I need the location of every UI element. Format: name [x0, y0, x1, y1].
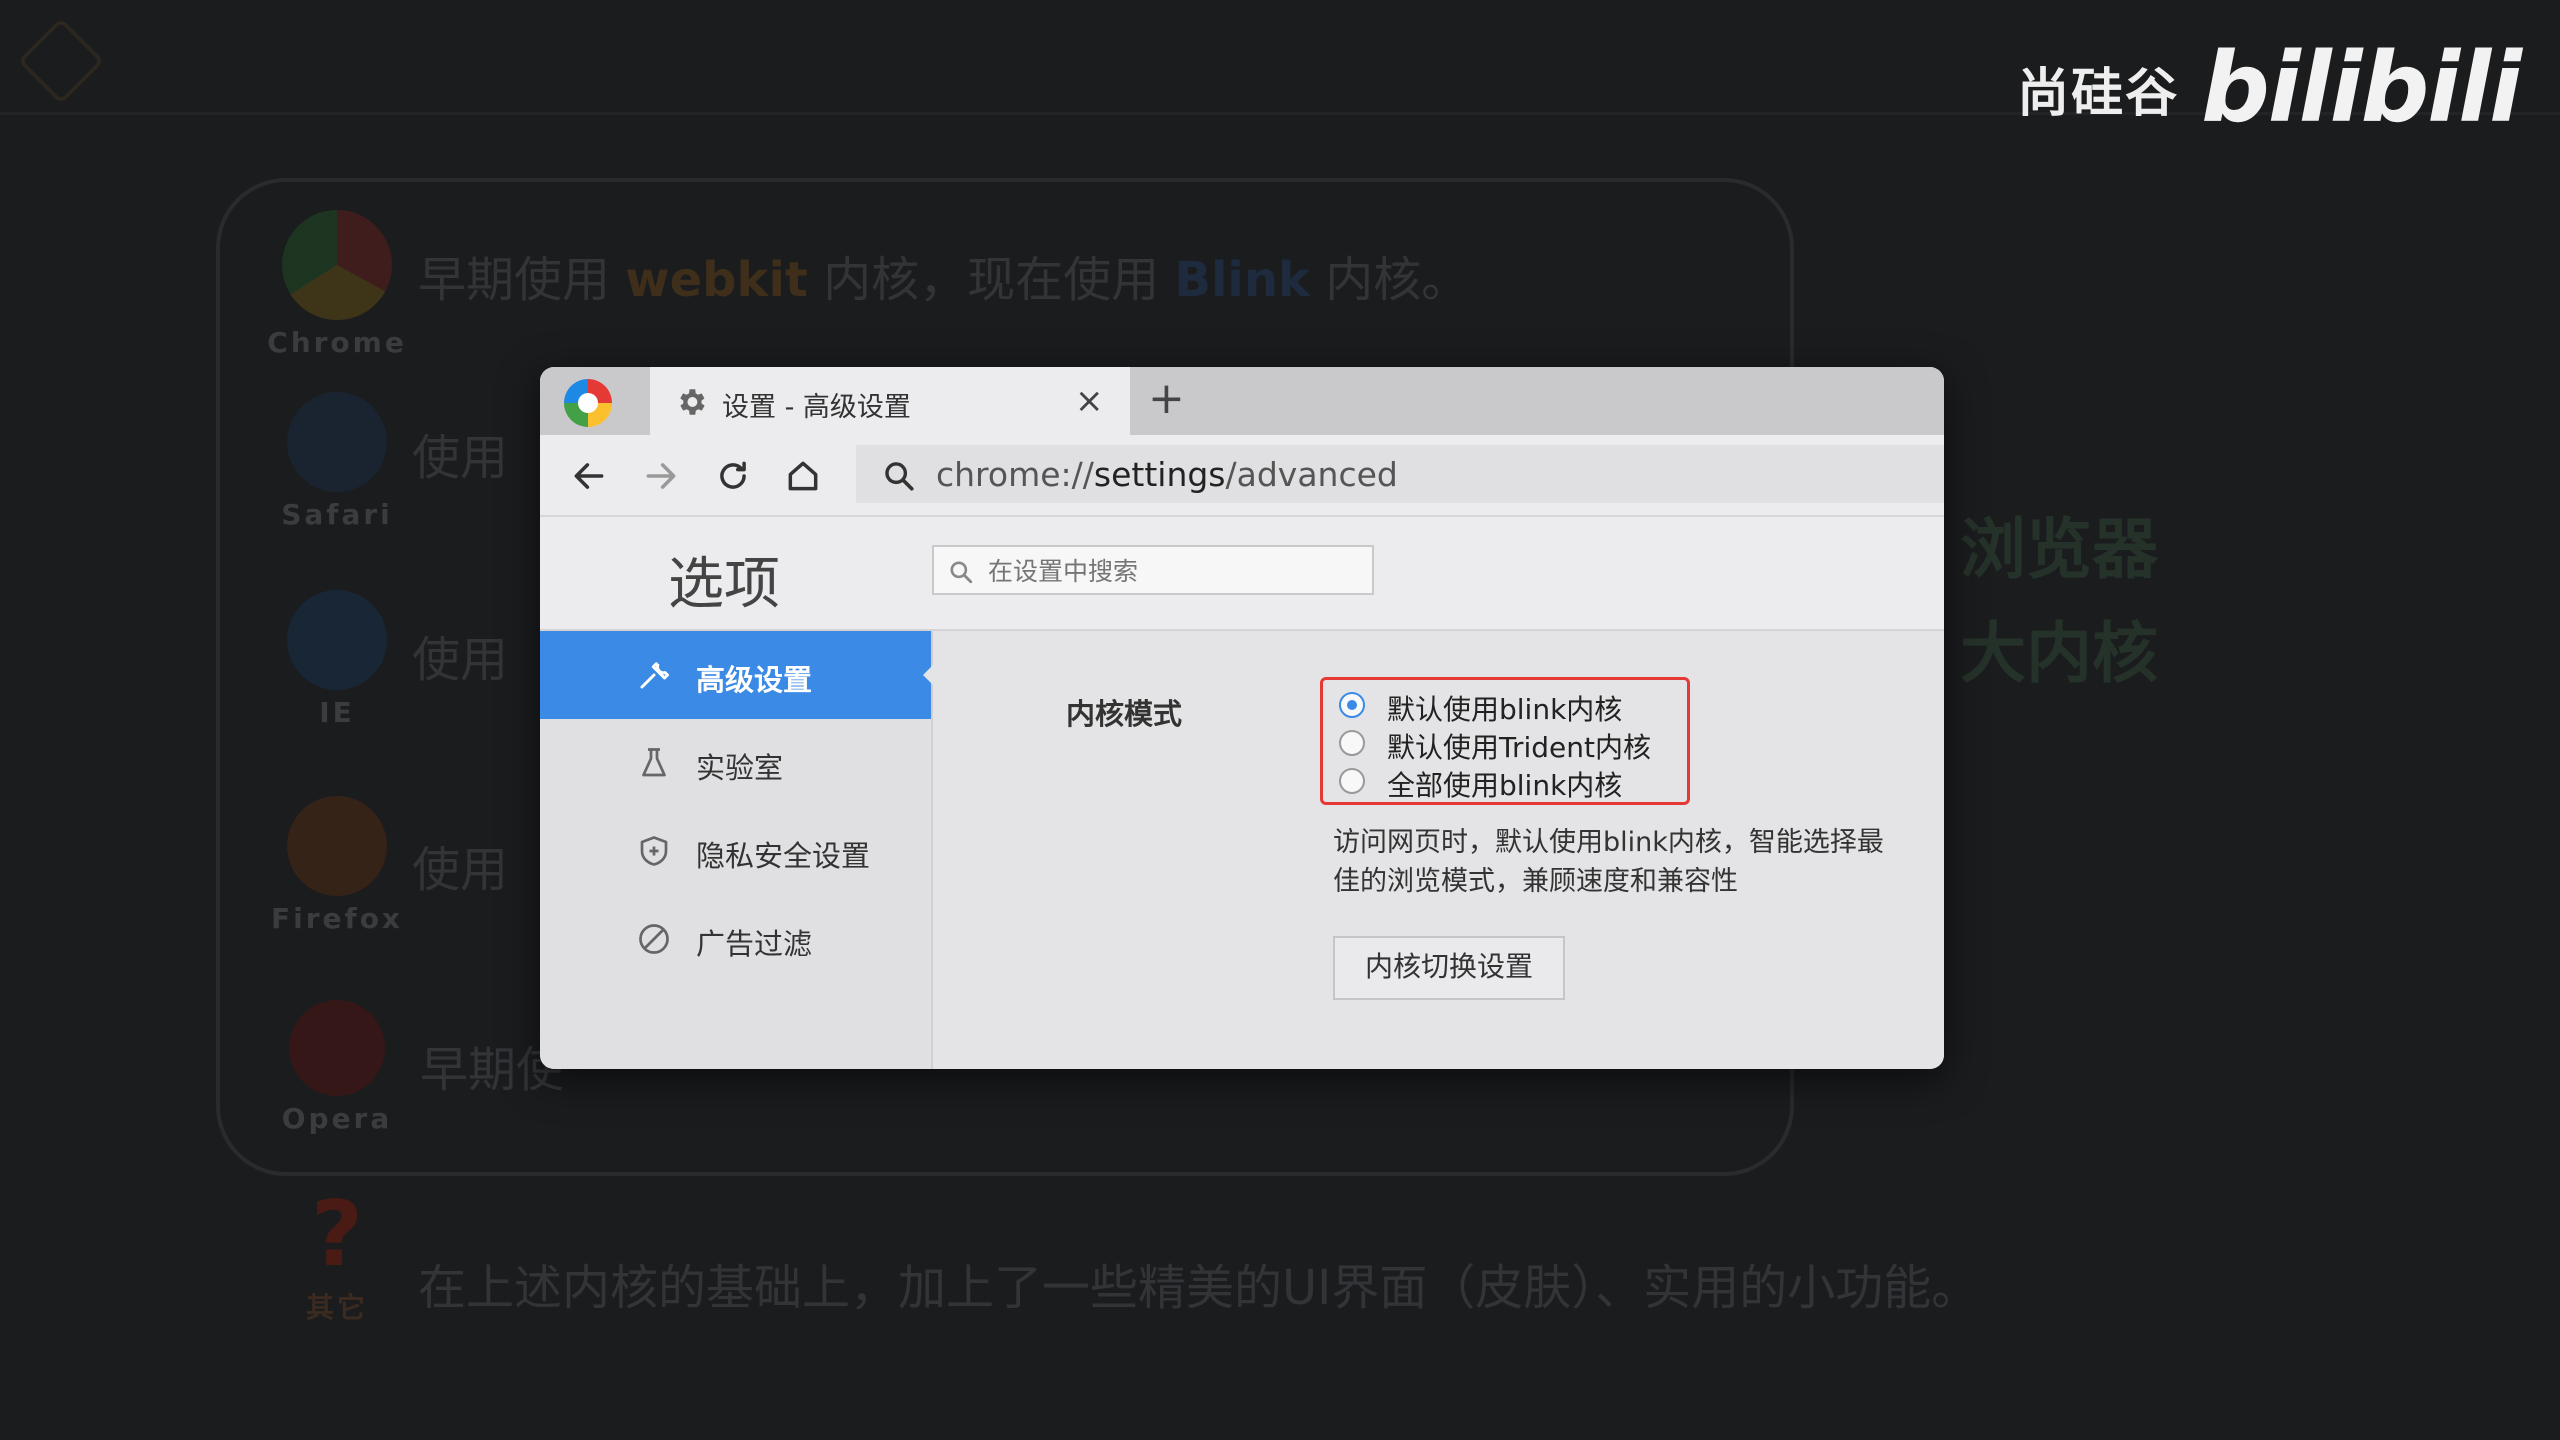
sidebar-item-adblock[interactable]: 广告过滤 — [540, 895, 931, 983]
forward-arrow-icon[interactable] — [642, 457, 680, 499]
bg-highlight-webkit: webkit — [625, 252, 808, 308]
bg-text-safari: 使用 — [412, 430, 509, 486]
ie-icon — [287, 590, 387, 690]
settings-sidebar: 高级设置 实验室 隐私安全设置 广告过滤 — [540, 631, 933, 1069]
settings-header: 选项 — [540, 517, 1944, 631]
question-icon: ? — [310, 1182, 364, 1287]
bg-browser-opera: Opera — [262, 1000, 412, 1135]
bg-browser-chrome: Chrome — [262, 210, 412, 359]
sidebar-item-label: 隐私安全设置 — [696, 839, 871, 873]
search-icon — [950, 561, 973, 584]
bg-text-chrome-post: 内核。 — [1309, 252, 1470, 308]
address-prefix: chrome:// — [936, 455, 1094, 494]
bg-browser-other: ? 其它 — [262, 1190, 412, 1326]
watermark-bilibili-logo: bilibili — [2201, 32, 2522, 144]
bg-text-other: 在上述内核的基础上，加上了一些精美的UI界面（皮肤）、实用的小功能。 — [418, 1260, 1980, 1316]
search-icon — [882, 459, 916, 497]
sidebar-item-privacy[interactable]: 隐私安全设置 — [540, 807, 931, 895]
block-icon — [636, 921, 672, 961]
bg-label-chrome: Chrome — [267, 326, 407, 359]
safari-icon — [287, 392, 387, 492]
navigation-bar: chrome://settings/advanced — [540, 435, 1944, 517]
browser-logo-icon[interactable] — [564, 379, 612, 427]
gear-icon — [674, 385, 708, 423]
kernel-switch-button[interactable]: 内核切换设置 — [1333, 936, 1565, 1000]
wrench-icon — [636, 657, 672, 697]
radio-button[interactable] — [1339, 730, 1365, 756]
bg-text-firefox: 使用 — [412, 842, 509, 898]
bg-text-chrome-mid: 内核，现在使用 — [807, 252, 1175, 308]
settings-search[interactable] — [932, 545, 1374, 595]
tab-bar: 设置 - 高级设置 × + — [540, 367, 1944, 435]
firefox-icon — [287, 796, 387, 896]
bg-browser-firefox: Firefox — [262, 796, 412, 935]
bg-browser-safari: Safari — [262, 392, 412, 531]
kernel-description: 访问网页时，默认使用blink内核，智能选择最佳的浏览模式，兼顾速度和兼容性 — [1333, 827, 1884, 897]
address-suffix: /advanced — [1225, 455, 1398, 494]
address-url: chrome://settings/advanced — [936, 455, 1398, 494]
bg-label-safari: Safari — [281, 498, 393, 531]
sidebar-item-advanced[interactable]: 高级设置 — [540, 631, 933, 719]
tab-title: 设置 - 高级设置 — [722, 392, 911, 423]
close-icon[interactable]: × — [1075, 381, 1104, 421]
chrome-icon — [282, 210, 392, 320]
bg-label-firefox: Firefox — [270, 902, 403, 935]
flask-icon — [636, 745, 672, 785]
bg-right-text-1: 浏览器 — [1960, 511, 2158, 588]
sidebar-item-label: 高级设置 — [696, 663, 813, 697]
home-icon[interactable] — [784, 457, 822, 499]
kernel-mode-options: 默认使用blink内核 默认使用Trident内核 全部使用blink内核 — [1320, 677, 1690, 805]
reload-icon[interactable] — [714, 457, 752, 499]
tab-settings[interactable]: 设置 - 高级设置 × — [650, 367, 1130, 435]
sidebar-item-lab[interactable]: 实验室 — [540, 719, 931, 807]
radio-button[interactable] — [1339, 768, 1365, 794]
watermark-brand-cn: 尚硅谷 — [2017, 63, 2180, 124]
settings-content: 内核模式 默认使用blink内核 默认使用Trident内核 全部使用blink… — [933, 631, 1944, 1069]
page-title: 选项 — [668, 552, 780, 617]
bg-right-text-2: 大内核 — [1960, 615, 2158, 692]
browser-window: 设置 - 高级设置 × + chrome://settings/advanced… — [540, 367, 1944, 1069]
kernel-mode-label: 内核模式 — [1066, 697, 1183, 731]
watermark: 尚硅谷 bilibili — [2017, 32, 2522, 144]
bg-highlight-blink: Blink — [1174, 252, 1310, 308]
bg-label-other: 其它 — [305, 1291, 368, 1324]
address-bar[interactable]: chrome://settings/advanced — [856, 445, 1944, 503]
radio-label: 全部使用blink内核 — [1387, 769, 1623, 802]
sidebar-item-label: 广告过滤 — [696, 927, 813, 961]
bg-label-opera: Opera — [281, 1102, 393, 1135]
opera-icon — [289, 1000, 385, 1096]
corner-logo — [17, 17, 105, 105]
new-tab-button[interactable]: + — [1148, 373, 1185, 424]
back-arrow-icon[interactable] — [570, 457, 608, 499]
radio-label: 默认使用blink内核 — [1387, 693, 1623, 726]
radio-label: 默认使用Trident内核 — [1387, 731, 1652, 764]
shield-icon — [636, 833, 672, 873]
sidebar-item-label: 实验室 — [696, 751, 784, 785]
bg-browser-ie: IE — [262, 590, 412, 729]
search-input[interactable] — [986, 553, 1360, 589]
bg-text-ie: 使用 — [412, 632, 509, 688]
radio-button-selected[interactable] — [1339, 692, 1365, 718]
bg-text-chrome: 早期使用 webkit 内核，现在使用 Blink 内核。 — [418, 240, 1469, 310]
bg-text-chrome-pre: 早期使用 — [418, 252, 626, 308]
address-path: settings — [1093, 455, 1226, 494]
bg-label-ie: IE — [319, 696, 355, 729]
